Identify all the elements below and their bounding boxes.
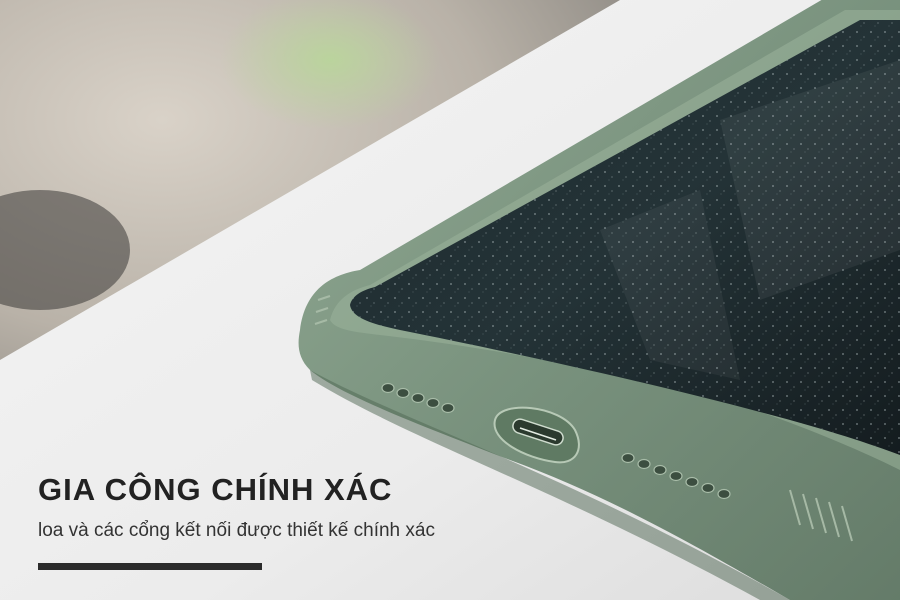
headline: GIA CÔNG CHÍNH XÁC — [38, 472, 393, 507]
subline: loa và các cổng kết nối được thiết kế ch… — [38, 520, 435, 541]
underline-bar — [38, 563, 262, 570]
phone-photo — [0, 0, 900, 600]
product-photo: GIA CÔNG CHÍNH XÁC loa và các cổng kết n… — [0, 0, 900, 600]
